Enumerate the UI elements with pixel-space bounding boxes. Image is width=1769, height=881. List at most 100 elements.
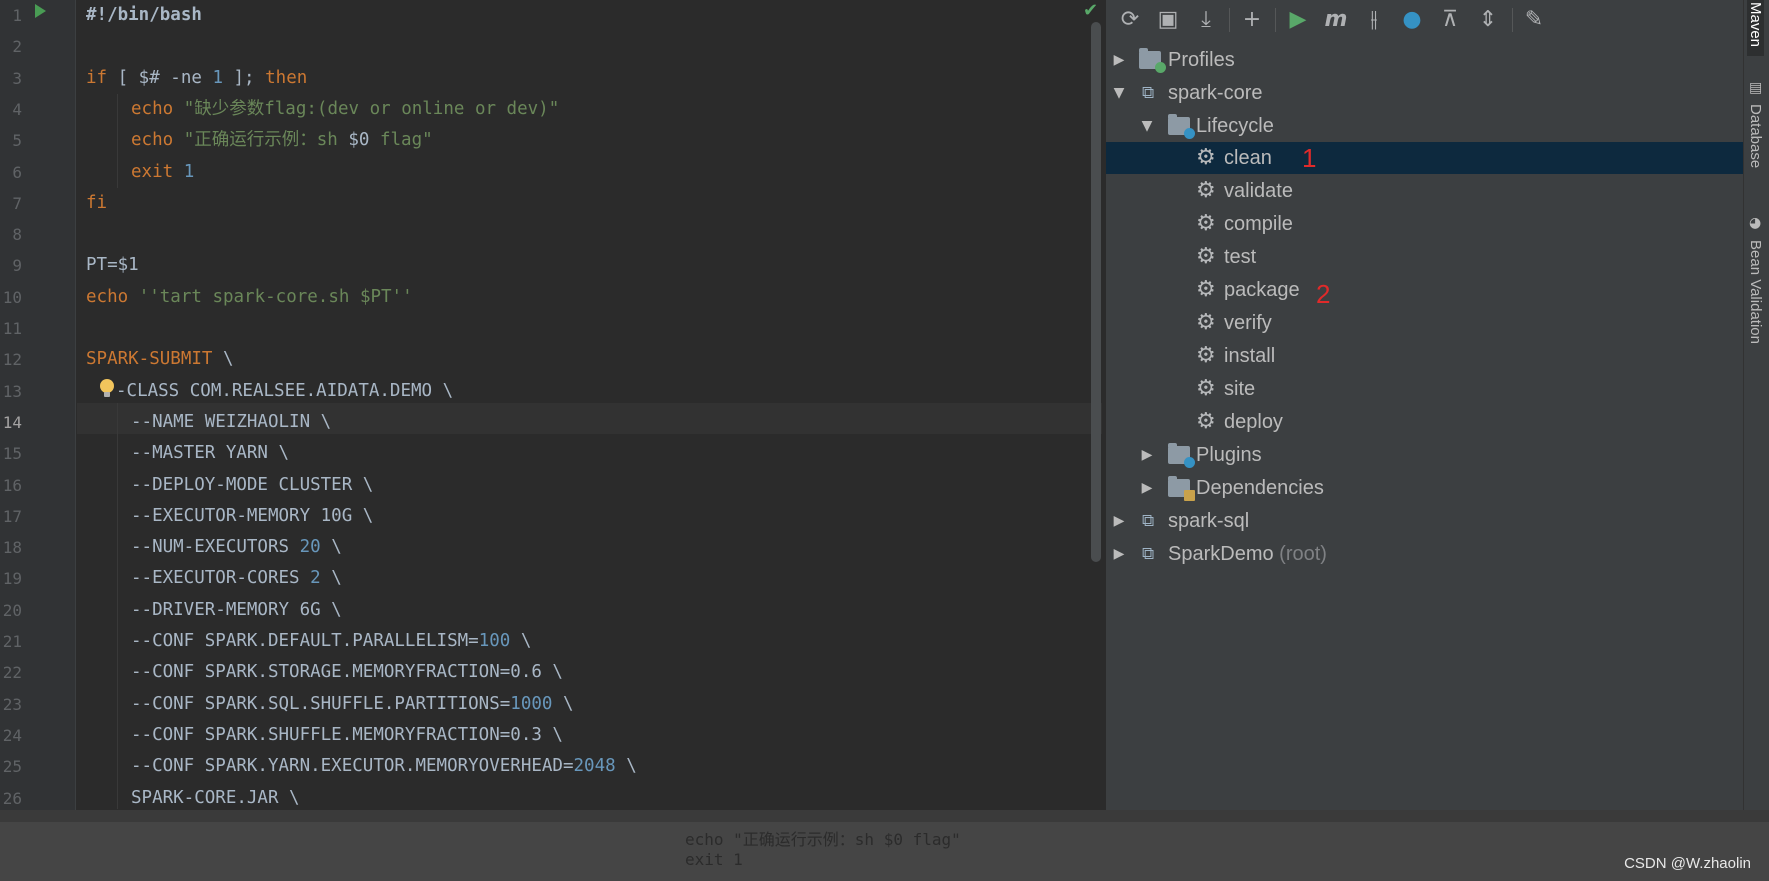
expand-arrow-icon[interactable]: ▶	[1112, 44, 1126, 76]
code-text: -CLASS COM.REALSEE.AIDATA.DEMO \	[116, 380, 454, 401]
expand-arrow-icon[interactable]: ▶	[1112, 538, 1126, 570]
number-literal: 100	[478, 631, 511, 651]
number-literal: 1	[212, 67, 223, 88]
lifecycle-folder-icon	[1168, 114, 1195, 139]
line-number: 24	[2, 725, 22, 745]
panel-divider[interactable]	[0, 810, 1769, 822]
code-line-9[interactable]: PT=$1	[86, 250, 139, 281]
code-line-24[interactable]: --CONF SPARK.SHUFFLE.MEMORYFRACTION=0.3 …	[131, 720, 563, 751]
run-script-icon[interactable]	[35, 4, 46, 18]
collapse-arrow-icon[interactable]: ▼	[1112, 77, 1126, 109]
tree-item-validate[interactable]: ⚙ validate	[1106, 175, 1743, 207]
code-line-10[interactable]: echo ''tart spark-core.sh $PT''	[86, 282, 413, 313]
tree-item-lifecycle[interactable]: ▼ Lifecycle	[1106, 110, 1743, 142]
code-line-6[interactable]: exit 1	[131, 157, 194, 188]
tree-item-compile[interactable]: ⚙ compile	[1106, 208, 1743, 240]
tree-item-label: package	[1224, 279, 1300, 301]
execute-goal-icon[interactable]: m	[1322, 6, 1350, 34]
code-line-7[interactable]: fi	[86, 188, 107, 219]
code-line-4[interactable]: echo "缺少参数flag:(dev or online or dev)"	[131, 94, 559, 125]
tree-item-site[interactable]: ⚙ site	[1106, 373, 1743, 405]
line-number: 3	[12, 68, 22, 88]
indent-guide	[117, 403, 118, 809]
number-literal: 1	[183, 161, 195, 182]
expand-arrow-icon[interactable]: ▶	[1140, 439, 1154, 471]
code-line-20[interactable]: --DRIVER-MEMORY 6G \	[131, 595, 342, 626]
code-line-26[interactable]: SPARK-CORE.JAR \	[131, 783, 300, 811]
line-number: 21	[2, 632, 22, 651]
code-editor[interactable]: 1 2 3 4 5 6 7 8 9 10 11 12 13 14 15 16 17 18 19 20 21 22 23 24 2…	[0, 0, 1105, 810]
gear-icon: ⚙	[1196, 409, 1216, 434]
tree-item-profiles[interactable]: ▶ Profiles	[1106, 44, 1743, 76]
reimport-folder-icon[interactable]: ▣	[1154, 6, 1182, 34]
show-dependencies-icon[interactable]: ⊼	[1436, 6, 1464, 34]
tool-tab-bean-validation[interactable]: Bean Validation	[1747, 240, 1764, 344]
tree-item-label: install	[1224, 345, 1276, 367]
tree-item-test[interactable]: ⚙ test	[1106, 241, 1743, 273]
code-line-15[interactable]: --MASTER YARN \	[131, 438, 289, 469]
code-line-18[interactable]: --NUM-EXECUTORS 20 \	[131, 532, 342, 563]
bean-validation-icon: ◕	[1749, 215, 1762, 231]
code-line-21[interactable]: --CONF SPARK.DEFAULT.PARALLELISM=100 \	[131, 626, 531, 657]
number-literal: 2	[310, 568, 321, 589]
code-line-23[interactable]: --CONF SPARK.SQL.SHUFFLE.PARTITIONS=1000…	[131, 689, 574, 720]
line-number: 19	[2, 569, 22, 589]
skip-tests-icon[interactable]: ●	[1398, 6, 1426, 34]
line-number: 7	[12, 193, 22, 213]
toggle-offline-icon[interactable]: ⫲	[1360, 6, 1388, 34]
tree-item-verify[interactable]: ⚙ verify	[1106, 307, 1743, 339]
dependencies-folder-icon	[1168, 476, 1195, 501]
code-line-12[interactable]: SPARK-SUBMIT \	[86, 344, 234, 375]
code-line-16[interactable]: --DEPLOY-MODE CLUSTER \	[131, 470, 373, 501]
tree-item-deploy[interactable]: ⚙ deploy	[1106, 406, 1743, 438]
code-line-25[interactable]: --CONF SPARK.YARN.EXECUTOR.MEMORYOVERHEA…	[131, 751, 637, 782]
code-line-5[interactable]: echo "正确运行示例：sh $0 flag"	[131, 125, 433, 156]
code-text: \	[615, 756, 637, 777]
code-line-1[interactable]: #!/bin/bash	[86, 0, 202, 31]
tree-item-label: site	[1224, 378, 1256, 400]
expand-arrow-icon[interactable]: ▶	[1112, 505, 1126, 537]
code-line-3[interactable]: if [ $# -ne 1 ]; then	[86, 63, 307, 94]
tree-item-label: compile	[1224, 213, 1293, 235]
lightbulb-icon[interactable]	[99, 378, 115, 399]
collapse-arrow-icon[interactable]: ▼	[1140, 110, 1154, 142]
tree-item-clean[interactable]: ⚙ clean 1	[1106, 142, 1743, 174]
indent-guide	[117, 94, 118, 188]
tree-item-spark-sql[interactable]: ▶ ⧉ spark-sql	[1106, 505, 1743, 537]
code-line-19[interactable]: --EXECUTOR-CORES 2 \	[131, 563, 342, 594]
inspection-ok-icon[interactable]: ✔	[1083, 0, 1098, 21]
tree-item-package[interactable]: ⚙ package 2	[1106, 274, 1743, 309]
code-line-13[interactable]: -CLASS COM.REALSEE.AIDATA.DEMO \	[99, 376, 453, 407]
tree-item-sparkdemo[interactable]: ▶ ⧉ SparkDemo (root)	[1106, 538, 1743, 570]
variable: $0	[348, 130, 370, 151]
tree-item-install[interactable]: ⚙ install	[1106, 340, 1743, 372]
expand-arrow-icon[interactable]: ▶	[1140, 472, 1154, 504]
line-number: 18	[2, 538, 22, 558]
code-text: \	[510, 631, 532, 651]
editor-scrollbar[interactable]	[1091, 22, 1101, 562]
reload-icon[interactable]: ⟳	[1116, 6, 1144, 34]
code-line-17[interactable]: --EXECUTOR-MEMORY 10G \	[131, 501, 373, 532]
add-icon[interactable]: +	[1238, 6, 1266, 34]
tool-tab-database[interactable]: Database	[1747, 104, 1764, 168]
tool-tab-maven[interactable]: Maven	[1747, 0, 1764, 56]
tree-item-dependencies[interactable]: ▶ Dependencies	[1106, 472, 1743, 504]
run-icon[interactable]: ▶	[1284, 6, 1312, 34]
line-number: 25	[2, 757, 22, 777]
code-text: --CONF SPARK.SQL.SHUFFLE.PARTITIONS=	[131, 693, 511, 714]
line-number: 26	[2, 788, 22, 808]
settings-wrench-icon[interactable]: ✎	[1520, 6, 1548, 34]
line-number: 15	[2, 444, 22, 464]
tree-item-label: test	[1224, 246, 1257, 268]
plugins-folder-icon	[1168, 443, 1195, 468]
ghost-code-line: echo "正确运行示例：sh $0 flag"	[685, 830, 961, 849]
tree-item-plugins[interactable]: ▶ Plugins	[1106, 439, 1743, 471]
collapse-all-icon[interactable]: ⇕	[1474, 6, 1502, 34]
download-sources-icon[interactable]: ⤓	[1192, 6, 1220, 34]
line-number: 23	[2, 694, 22, 714]
tree-item-label: spark-sql	[1168, 510, 1250, 532]
code-line-22[interactable]: --CONF SPARK.STORAGE.MEMORYFRACTION=0.6 …	[131, 657, 563, 688]
code-line-14[interactable]: --NAME WEIZHAOLIN \	[131, 407, 331, 438]
line-number: 22	[2, 663, 22, 683]
tree-item-spark-core[interactable]: ▼ ⧉ spark-core	[1106, 77, 1743, 109]
